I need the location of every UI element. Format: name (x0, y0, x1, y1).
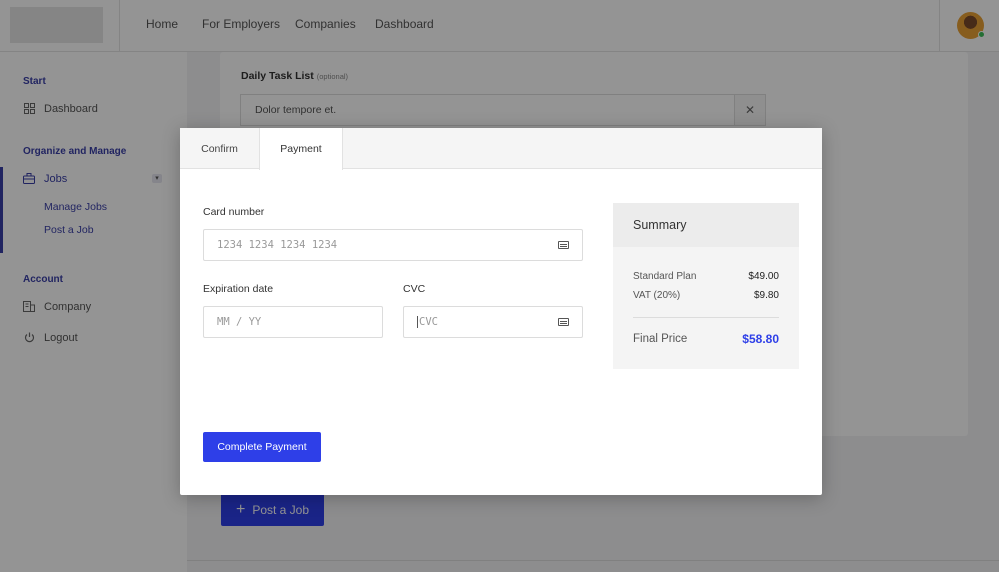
line-amount: $9.80 (753, 290, 779, 301)
summary-line-vat: VAT (20%) $9.80 (633, 290, 779, 301)
card-number-placeholder: 1234 1234 1234 1234 (217, 239, 338, 251)
credit-card-icon (558, 241, 569, 249)
final-price-amount: $58.80 (742, 332, 779, 346)
payment-modal: Confirm Payment Card number 1234 1234 12… (180, 128, 822, 495)
summary-line-standard-plan: Standard Plan $49.00 (633, 271, 779, 282)
cvc-placeholder: CVC (419, 316, 438, 328)
expiration-date-input[interactable]: MM / YY (203, 306, 383, 338)
line-amount: $49.00 (748, 271, 779, 282)
cvc-label: CVC (403, 283, 426, 295)
summary-title: Summary (613, 203, 799, 247)
summary-divider (633, 317, 779, 318)
line-label: VAT (20%) (633, 290, 681, 301)
tab-payment[interactable]: Payment (259, 128, 343, 170)
complete-payment-button[interactable]: Complete Payment (203, 432, 321, 462)
cvc-input[interactable]: CVC (403, 306, 583, 338)
expiration-placeholder: MM / YY (217, 316, 262, 328)
text-cursor (417, 316, 418, 328)
credit-card-icon (558, 318, 569, 326)
line-label: Standard Plan (633, 271, 697, 282)
expiration-date-label: Expiration date (203, 283, 274, 295)
order-summary: Summary Standard Plan $49.00 VAT (20%) $… (613, 203, 799, 369)
tab-confirm[interactable]: Confirm (180, 128, 259, 169)
final-price-label: Final Price (633, 333, 688, 345)
card-number-input[interactable]: 1234 1234 1234 1234 (203, 229, 583, 261)
card-number-label: Card number (203, 206, 265, 218)
summary-final-price: Final Price $58.80 (633, 332, 779, 346)
modal-tabs: Confirm Payment (180, 128, 822, 170)
